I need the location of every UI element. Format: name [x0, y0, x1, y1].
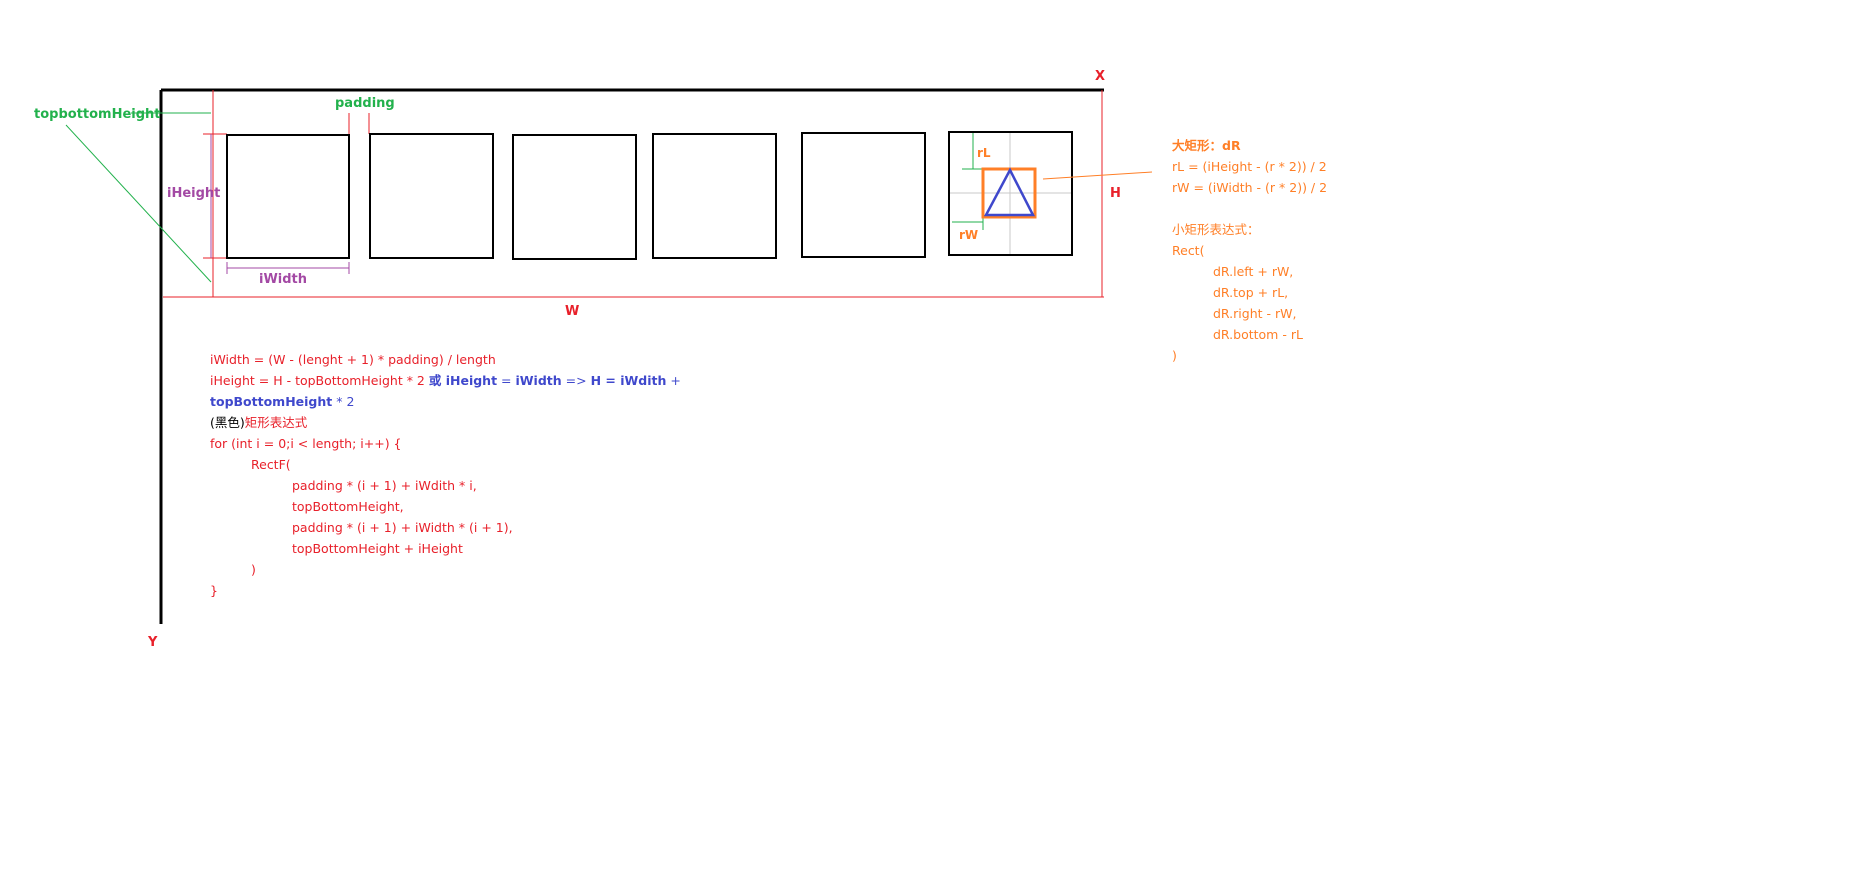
w-label: W: [565, 304, 580, 319]
y-axis-label: Y: [148, 635, 158, 650]
rect-2: [369, 133, 494, 259]
formula-line-4-red: 矩形表达式: [244, 415, 308, 430]
formula-line-2-b2: iWidth: [515, 373, 562, 388]
notes-rect-close: ): [1172, 348, 1177, 363]
formula-line-2-n2: =>: [561, 373, 591, 388]
formula-line-2-b3: H = iWdith: [590, 373, 667, 388]
formula-line-2-n1: =: [497, 373, 516, 388]
h-label: H: [1110, 186, 1121, 201]
formula-line-12: }: [210, 583, 218, 598]
x-axis-label: X: [1095, 69, 1106, 84]
formula-line-2-b1: iHeight: [441, 373, 498, 388]
rect-3: [512, 134, 637, 260]
formula-line-2-n3: +: [666, 373, 681, 388]
notes-rw-formula: rW = (iWidth - (r * 2)) / 2: [1172, 180, 1328, 195]
formula-line-11: ): [251, 562, 256, 577]
orange-leader-line: [1042, 171, 1153, 180]
formula-line-6: RectF(: [251, 457, 291, 472]
formula-line-2-or: 或: [428, 373, 442, 388]
formula-line-10: topBottomHeight + iHeight: [292, 541, 463, 556]
top-bottom-height-label: topbottomHeight: [34, 107, 161, 122]
formula-line-4-black: (黑色): [210, 415, 245, 430]
rect-4: [652, 133, 777, 259]
rl-label: rL: [977, 146, 991, 160]
notes-rect-open: Rect(: [1172, 243, 1205, 258]
formula-line-3-bold: topBottomHeight: [210, 394, 333, 409]
iheight-label: iHeight: [167, 186, 221, 201]
rw-label: rW: [959, 228, 979, 242]
formula-line-5: for (int i = 0;i < length; i++) {: [210, 436, 402, 451]
formula-line-2-red: iHeight = H - topBottomHeight * 2: [210, 373, 429, 388]
iwidth-label: iWidth: [259, 272, 308, 287]
notes-arg-4: dR.bottom - rL: [1213, 327, 1303, 342]
padding-label: padding: [335, 96, 395, 111]
top-bottom-height-diagonal: [65, 124, 212, 283]
rect-5: [801, 132, 926, 258]
rect-1: [226, 134, 350, 259]
formula-line-3-normal: * 2: [332, 394, 355, 409]
